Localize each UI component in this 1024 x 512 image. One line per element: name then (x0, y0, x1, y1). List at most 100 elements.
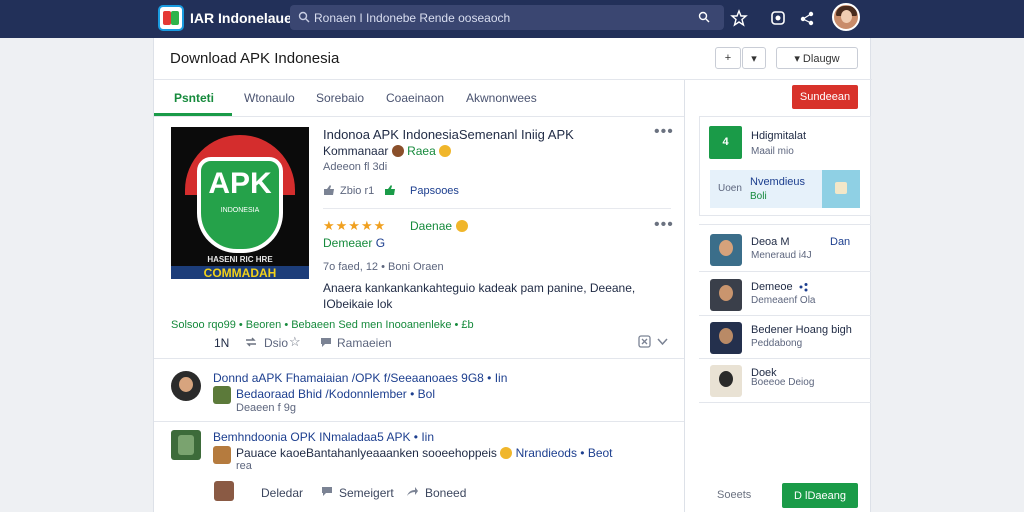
rating-stars[interactable]: ★★★★★ (323, 218, 386, 234)
rating-emoji-icon (456, 220, 468, 232)
star-outline-icon[interactable]: ☆ (289, 334, 301, 350)
post-author[interactable]: Kommanaar (323, 144, 388, 158)
main-panel: Download APK Indonesia + ▾ ▾ Dlaugw Psnt… (153, 38, 872, 512)
like-green-icon[interactable] (384, 184, 396, 196)
smile-emoji-icon (439, 145, 452, 157)
star-icon[interactable] (730, 9, 748, 27)
comment-action[interactable]: Semeigert (339, 486, 394, 500)
sidebar-item-avatar-2[interactable] (710, 279, 742, 311)
repost-icon[interactable] (244, 336, 258, 348)
tabs-divider (154, 116, 684, 117)
sidebar-card-title[interactable]: Hdigmitalat (751, 130, 806, 142)
sidebar-item-avatar[interactable] (710, 234, 742, 266)
column-separator (684, 80, 685, 512)
tab-3[interactable]: Sorebaio (316, 91, 364, 105)
feature-thumbnail (822, 170, 860, 208)
comment-time: Deaeen f 9g (236, 402, 296, 414)
post-divider (154, 358, 684, 359)
reply-label[interactable]: Ramaeien (337, 336, 392, 350)
tab-5[interactable]: Akwnonwees (466, 91, 537, 105)
feature-title: Nvemdieus (750, 176, 806, 188)
report-icon[interactable] (638, 335, 651, 348)
sub-author-tag: G (375, 236, 386, 250)
red-action-button[interactable]: Sundeean (792, 85, 858, 109)
app-title: IAR Indonelaue (190, 10, 292, 26)
comment-title-2[interactable]: Bemhndoonia OPK INmaladaa5 APK • Iin (213, 430, 434, 444)
feature-sub: Boli (750, 191, 767, 202)
dropdown-button[interactable]: ▾ (742, 47, 766, 69)
post-image[interactable]: APK INDONESIA HASENI RIC HRE COMMADAH (171, 127, 309, 279)
author-tag[interactable]: Raea (407, 144, 436, 158)
sidebar-app-icon[interactable]: 4 (709, 126, 742, 159)
chevron-down-icon[interactable] (657, 337, 668, 346)
post-time: Adeeon fl 3di (323, 161, 388, 173)
sidebar-footer-text: Soeets (717, 489, 752, 501)
post-meta: 7o faed, 12 • Boni Oraen (323, 261, 444, 273)
poster-band-top: HASENI RIC HRE (207, 255, 273, 264)
network-mini-icon (799, 283, 808, 292)
sidebar-item-divider-2 (699, 315, 871, 316)
comment-thumb (213, 386, 231, 404)
search-input[interactable]: Ronaen I Indonebe Rende ooseaoch (314, 11, 510, 25)
sidebar-item-sub-4: Boeeoe Deiog (751, 377, 815, 388)
green-action-button[interactable]: D lDaeang (782, 483, 858, 508)
author-emoji-icon (391, 145, 404, 157)
sidebar-card-sub: Maail mio (751, 146, 794, 157)
sub-author-line: Demeaer G (323, 236, 385, 250)
post-inner-divider (323, 208, 671, 209)
comment-divider (154, 421, 684, 422)
comment-subline-tag[interactable]: Nrandieods • Beot (516, 446, 613, 460)
search-icon (298, 11, 310, 23)
reply-icon[interactable] (320, 337, 332, 348)
repost-count: Dsio (264, 336, 289, 350)
filter-dropdown[interactable]: ▾ Dlaugw (776, 47, 858, 69)
app-logo-icon[interactable] (158, 5, 184, 31)
share-arrow-icon[interactable] (406, 486, 419, 497)
sidebar-item-divider-3 (699, 358, 871, 359)
sidebar-item-name[interactable]: Deoa M (751, 236, 790, 248)
post-title[interactable]: Indonoa APK IndonesiaSemenanl Iniig APK (323, 127, 574, 142)
poster-subtitle: INDONESIA (220, 207, 260, 214)
stars-value: ★★★★★ (323, 218, 387, 233)
top-bar: IAR Indonelaue Ronaen I Indonebe Rende o… (0, 0, 1024, 38)
thumbs-up-icon[interactable] (323, 184, 335, 196)
comment-title[interactable]: Donnd aAPK Fhamaiaian /OPK f/Seeaanoaes … (213, 371, 507, 385)
poster-band-bottom: COMMADAH (171, 266, 309, 279)
sidebar-item-name-2[interactable]: Demeoe (751, 281, 793, 293)
share-network-icon[interactable] (798, 9, 816, 27)
tab-2[interactable]: Wtonaulo (244, 91, 295, 105)
comment-avatar[interactable] (171, 371, 201, 401)
search-submit-icon[interactable] (698, 11, 710, 23)
sidebar-item-name-3[interactable]: Bedener Hoang bigh (751, 324, 852, 336)
user-avatar[interactable] (832, 3, 860, 31)
comment-subline[interactable]: Bedaoraad Bhid /Kodonnlember • Bol (236, 387, 435, 401)
search-bar[interactable]: Ronaen I Indonebe Rende ooseaoch (290, 5, 724, 30)
rating-label[interactable]: Daenae (410, 219, 452, 233)
sidebar-item-sub-3: Peddabong (751, 338, 803, 349)
tab-active[interactable]: Psnteti (174, 91, 214, 105)
add-button[interactable]: + (715, 47, 741, 69)
current-user-avatar[interactable] (214, 481, 234, 501)
comment-avatar-2[interactable] (171, 430, 201, 460)
comment-icon[interactable] (321, 486, 333, 497)
more-options-icon-2[interactable]: ••• (654, 216, 674, 234)
likes-count: Zbio r1 (340, 185, 375, 197)
post-footer-line[interactable]: Solsoo rqo99 • Beoren • Bebaeen Sed men … (171, 319, 474, 331)
sub-author[interactable]: Demeaer (323, 236, 372, 250)
comment-subline-2: Pauace kaoeBantahanlyeaaanken sooeehoppe… (236, 446, 613, 460)
page-title: Download APK Indonesia (170, 50, 340, 67)
sidebar-item-avatar-3[interactable] (710, 322, 742, 354)
sidebar-feature[interactable]: Uoen Nvemdieus Boli (710, 170, 860, 208)
comment-emoji-icon (500, 447, 513, 459)
more-options-icon[interactable]: ••• (654, 123, 674, 141)
share-action[interactable]: Boneed (425, 486, 466, 500)
post-body: Anaera kankankankahteguio kadeak pam pan… (323, 281, 636, 311)
comment-subline-text: Pauace kaoeBantahanlyeaaanken sooeehoppe… (236, 446, 497, 460)
notification-icon[interactable] (769, 9, 787, 27)
like-action[interactable]: Deledar (261, 486, 303, 500)
tab-4[interactable]: Coaeinaon (386, 91, 444, 105)
sidebar-item-avatar-4[interactable] (710, 365, 742, 397)
sidebar-item-divider-4 (699, 402, 871, 403)
sidebar-divider (699, 224, 871, 225)
shares-count[interactable]: Papsooes (410, 185, 459, 197)
